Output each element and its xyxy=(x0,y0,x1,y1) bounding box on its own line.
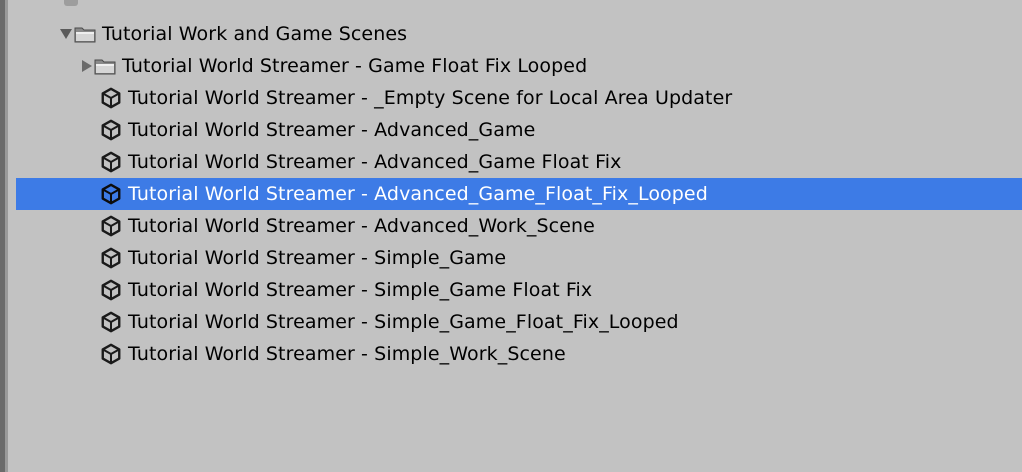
tree-row-scene[interactable]: Tutorial World Streamer - Simple_Work_Sc… xyxy=(16,338,1022,370)
tree-row-label: Tutorial World Streamer - Advanced_Work_… xyxy=(128,215,595,237)
tree-row-scene[interactable]: Tutorial World Streamer - Simple_Game xyxy=(16,242,1022,274)
tree-row-label: Tutorial World Streamer - Simple_Work_Sc… xyxy=(128,343,566,365)
tree-row-label: Tutorial World Streamer - Advanced_Game xyxy=(128,119,536,141)
tree-row-scene-selected[interactable]: Tutorial World Streamer - Advanced_Game_… xyxy=(16,178,1022,210)
unity-scene-icon xyxy=(101,343,121,365)
tree-row-label: Tutorial World Streamer - _Empty Scene f… xyxy=(128,87,733,109)
tree-row-label: Tutorial World Streamer - Simple_Game Fl… xyxy=(128,279,593,301)
unity-scene-icon xyxy=(101,311,121,333)
unity-scene-icon xyxy=(101,119,121,141)
unity-scene-icon xyxy=(101,279,121,301)
tree-row-label: Tutorial Work and Game Scenes xyxy=(102,23,408,45)
tree-row-scene[interactable]: Tutorial World Streamer - _Empty Scene f… xyxy=(16,82,1022,114)
tree-row-scene[interactable]: Tutorial World Streamer - Simple_Game Fl… xyxy=(16,274,1022,306)
project-tree-panel: Tutorial Work and Game Scenes Tutorial W… xyxy=(8,0,1022,472)
folder-open-icon xyxy=(74,27,96,43)
tree-row-label: Tutorial World Streamer - Simple_Game_Fl… xyxy=(128,311,679,333)
unity-scene-icon xyxy=(101,247,121,269)
folder-icon xyxy=(94,59,116,75)
unity-scene-icon xyxy=(101,183,121,205)
tree-row-scene[interactable]: Tutorial World Streamer - Simple_Game_Fl… xyxy=(16,306,1022,338)
tree-row-scene[interactable]: Tutorial World Streamer - Advanced_Work_… xyxy=(16,210,1022,242)
tree-row-label: Tutorial World Streamer - Simple_Game xyxy=(128,247,507,269)
scrolled-row-edge xyxy=(64,0,78,6)
tree-row-folder[interactable]: Tutorial World Streamer - Game Float Fix… xyxy=(16,50,1022,82)
expand-arrow-right-icon[interactable] xyxy=(82,60,92,72)
tree-row-label: Tutorial World Streamer - Game Float Fix… xyxy=(122,55,588,77)
unity-scene-icon xyxy=(101,151,121,173)
unity-scene-icon xyxy=(101,87,121,109)
expand-arrow-down-icon[interactable] xyxy=(60,29,72,39)
tree-row-label: Tutorial World Streamer - Advanced_Game_… xyxy=(128,183,708,205)
tree-row-scene[interactable]: Tutorial World Streamer - Advanced_Game … xyxy=(16,146,1022,178)
unity-scene-icon xyxy=(101,215,121,237)
tree-row-scene[interactable]: Tutorial World Streamer - Advanced_Game xyxy=(16,114,1022,146)
tree-row-root-folder[interactable]: Tutorial Work and Game Scenes xyxy=(16,18,1022,50)
tree-row-label: Tutorial World Streamer - Advanced_Game … xyxy=(128,151,622,173)
